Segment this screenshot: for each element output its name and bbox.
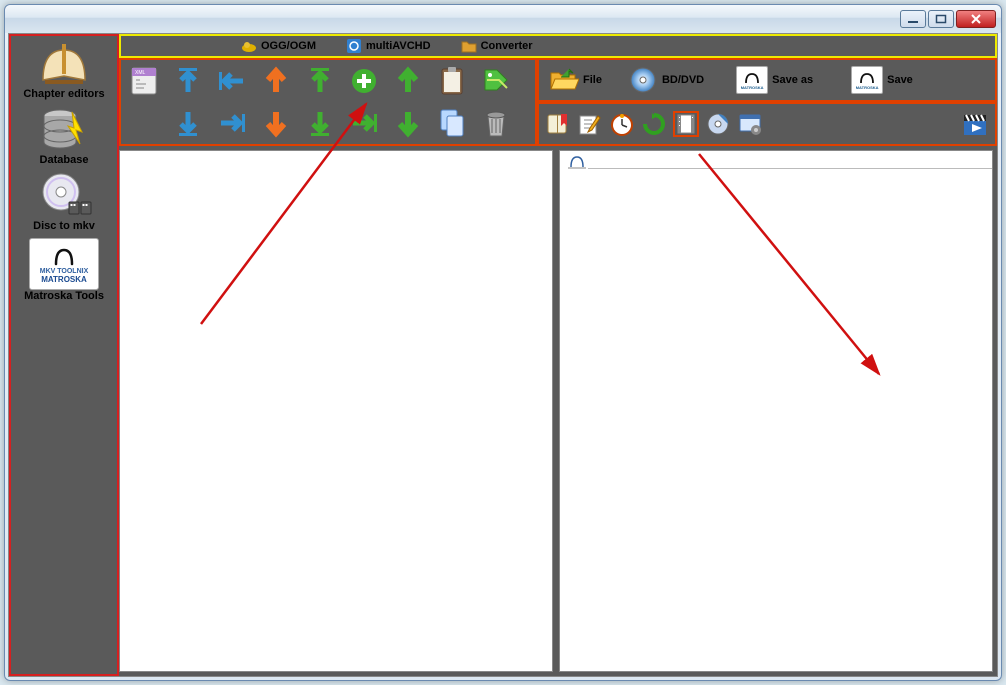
- save-button[interactable]: MATROSKA Save: [847, 64, 917, 96]
- sidebar-item-database[interactable]: Database: [11, 104, 117, 170]
- folder-gold-icon: [461, 38, 477, 54]
- down-orange-icon[interactable]: [259, 106, 293, 140]
- sidebar-item-chapter-editors[interactable]: Chapter editors: [11, 38, 117, 104]
- clapper-play-icon[interactable]: [963, 112, 989, 138]
- svg-text:XML: XML: [135, 70, 146, 76]
- top-up-blue-icon[interactable]: [171, 64, 205, 98]
- down-in-blue-icon[interactable]: [171, 106, 205, 140]
- clipboard-icon[interactable]: [435, 64, 469, 98]
- menu-label: Converter: [481, 40, 533, 52]
- down-green-icon[interactable]: [391, 106, 425, 140]
- main-area: OGG/OGM multiAVCHD Converter XML: [119, 34, 997, 676]
- film-red-icon[interactable]: [673, 111, 699, 137]
- sidebar: Chapter editors Database Disc to mkv MKV…: [9, 34, 119, 676]
- top-green-icon[interactable]: [303, 64, 337, 98]
- toolbar-right-top: File BD/DVD MATROSKA Save as MATROSKA: [537, 58, 997, 102]
- button-label: BD/DVD: [662, 74, 704, 86]
- toolbar-right: File BD/DVD MATROSKA Save as MATROSKA: [537, 58, 997, 146]
- left-panel[interactable]: [119, 150, 553, 672]
- cloud-icon: [241, 38, 257, 54]
- xml-doc-icon[interactable]: XML: [127, 64, 161, 98]
- matroska-box-icon: MATROSKA: [851, 66, 883, 94]
- matroska-icon: MKV TOOLNIX MATROSKA: [29, 238, 99, 290]
- disc-blue-icon: [628, 66, 658, 94]
- matroska-box-icon: MATROSKA: [736, 66, 768, 94]
- up-green-icon[interactable]: [391, 64, 425, 98]
- down-in-green-icon[interactable]: [303, 106, 337, 140]
- copy-docs-icon[interactable]: [435, 106, 469, 140]
- trash-icon[interactable]: [479, 106, 513, 140]
- content-panels: [119, 146, 997, 676]
- close-button[interactable]: [956, 10, 996, 28]
- right-panel-topborder: [588, 151, 992, 169]
- book-bookmark-icon[interactable]: [545, 111, 571, 137]
- left-most-blue-icon[interactable]: [215, 64, 249, 98]
- right-end-green-icon[interactable]: [347, 106, 381, 140]
- menu-ogg-ogm[interactable]: OGG/OGM: [241, 38, 316, 54]
- menubar: OGG/OGM multiAVCHD Converter: [119, 34, 997, 58]
- menu-converter[interactable]: Converter: [461, 38, 533, 54]
- save-as-button[interactable]: MATROSKA Save as: [732, 64, 817, 96]
- disc-icon: [35, 172, 93, 220]
- minimize-button[interactable]: [900, 10, 926, 28]
- sidebar-label: Matroska Tools: [24, 290, 104, 302]
- button-label: Save as: [772, 74, 813, 86]
- matroska-small-icon: [566, 153, 588, 171]
- maximize-button[interactable]: [928, 10, 954, 28]
- sidebar-label: Database: [40, 154, 89, 166]
- sidebar-item-matroska-tools[interactable]: MKV TOOLNIX MATROSKA Matroska Tools: [11, 236, 117, 306]
- toolbar-left-row2: [121, 102, 535, 144]
- disc-small-icon[interactable]: [705, 111, 731, 137]
- up-orange-icon[interactable]: [259, 64, 293, 98]
- right-panel[interactable]: [559, 150, 993, 672]
- menu-label: multiAVCHD: [366, 40, 431, 52]
- sidebar-label: Chapter editors: [23, 88, 104, 100]
- right-most-blue-icon[interactable]: [215, 106, 249, 140]
- file-button[interactable]: File: [545, 64, 606, 96]
- add-green-icon[interactable]: [347, 64, 381, 98]
- window-gear-icon[interactable]: [737, 111, 763, 137]
- folder-open-icon: [549, 66, 579, 94]
- sidebar-label: Disc to mkv: [33, 220, 95, 232]
- titlebar[interactable]: [5, 5, 1001, 33]
- database-icon: [35, 106, 93, 154]
- edit-pencil-icon[interactable]: [577, 111, 603, 137]
- toolbars: XML: [119, 58, 997, 146]
- menu-multiavchd[interactable]: multiAVCHD: [346, 38, 431, 54]
- toolbar-right-bottom: [537, 102, 997, 146]
- toolbar-left-row1: XML: [121, 60, 535, 102]
- app-window: Chapter editors Database Disc to mkv MKV…: [4, 4, 1002, 681]
- recycle-green-icon[interactable]: [641, 111, 667, 137]
- button-label: Save: [887, 74, 913, 86]
- window-inner: Chapter editors Database Disc to mkv MKV…: [8, 33, 998, 677]
- toolbar-left: XML: [119, 58, 537, 146]
- book-icon: [35, 40, 93, 88]
- tag-green-icon[interactable]: [479, 64, 513, 98]
- bd-dvd-button[interactable]: BD/DVD: [624, 64, 708, 96]
- sidebar-item-disc-to-mkv[interactable]: Disc to mkv: [11, 170, 117, 236]
- blue-box-icon: [346, 38, 362, 54]
- menu-label: OGG/OGM: [261, 40, 316, 52]
- clock-icon[interactable]: [609, 111, 635, 137]
- button-label: File: [583, 74, 602, 86]
